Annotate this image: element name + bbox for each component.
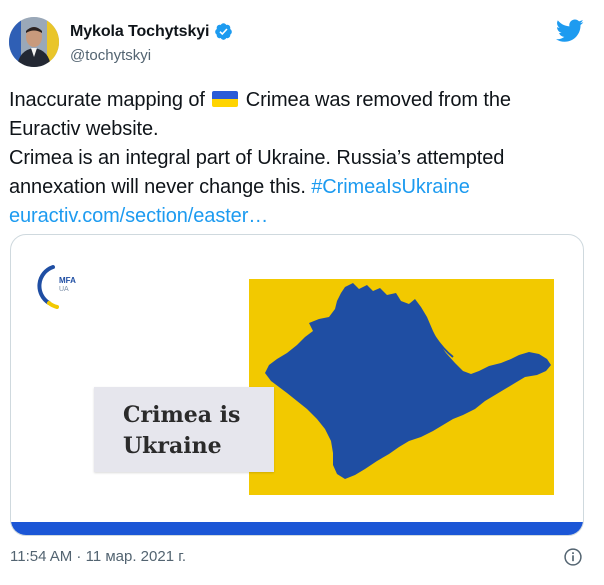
tweet-line-1: Inaccurate mapping of Crimea was removed…	[9, 86, 589, 115]
blue-band	[11, 522, 583, 535]
timestamp[interactable]: 11:54 AM · 11 мар. 2021 г.	[10, 548, 186, 565]
display-name[interactable]: Mykola Tochytskyi	[70, 23, 209, 41]
media-card[interactable]: MFA UA Crimea is Ukraine	[10, 234, 584, 536]
verified-badge-icon	[215, 23, 233, 40]
url-link[interactable]: euractiv.com/section/easter…	[9, 202, 589, 231]
author-name-row[interactable]: Mykola Tochytskyi	[70, 22, 233, 41]
avatar[interactable]	[9, 17, 59, 67]
handle[interactable]: @tochytskyi	[70, 47, 151, 64]
mfa-logo-subtext: UA	[59, 286, 69, 293]
ukraine-flag-icon	[212, 91, 239, 107]
caption-line-1: Crimea is	[123, 402, 241, 428]
tweet-text-segment: Inaccurate mapping of	[9, 89, 205, 111]
hashtag-link[interactable]: #CrimeaIsUkraine	[311, 176, 470, 198]
tweet-line-3: Crimea is an integral part of Ukraine. R…	[9, 147, 505, 169]
avatar-photo	[9, 17, 59, 67]
twitter-bird-icon[interactable]	[556, 19, 584, 43]
caption-text: Crimea is Ukraine	[123, 400, 240, 462]
info-icon[interactable]	[563, 547, 583, 567]
tweet-text-segment: Crimea was removed from the	[245, 89, 511, 111]
crimea-map-icon	[265, 283, 551, 479]
tweet: Mykola Tochytskyi @tochytskyi Inaccurate…	[0, 0, 604, 585]
caption-line-2: Ukraine	[123, 433, 222, 459]
tweet-text-segment: annexation will never change this.	[9, 176, 306, 198]
mfa-logo-text: MFA	[59, 276, 76, 285]
tweet-text: Inaccurate mapping of Crimea was removed…	[9, 86, 589, 231]
caption-box: Crimea is Ukraine	[94, 387, 274, 472]
tweet-line-2: Euractiv website.	[9, 118, 159, 140]
tweet-line-4: annexation will never change this. #Crim…	[9, 173, 589, 202]
